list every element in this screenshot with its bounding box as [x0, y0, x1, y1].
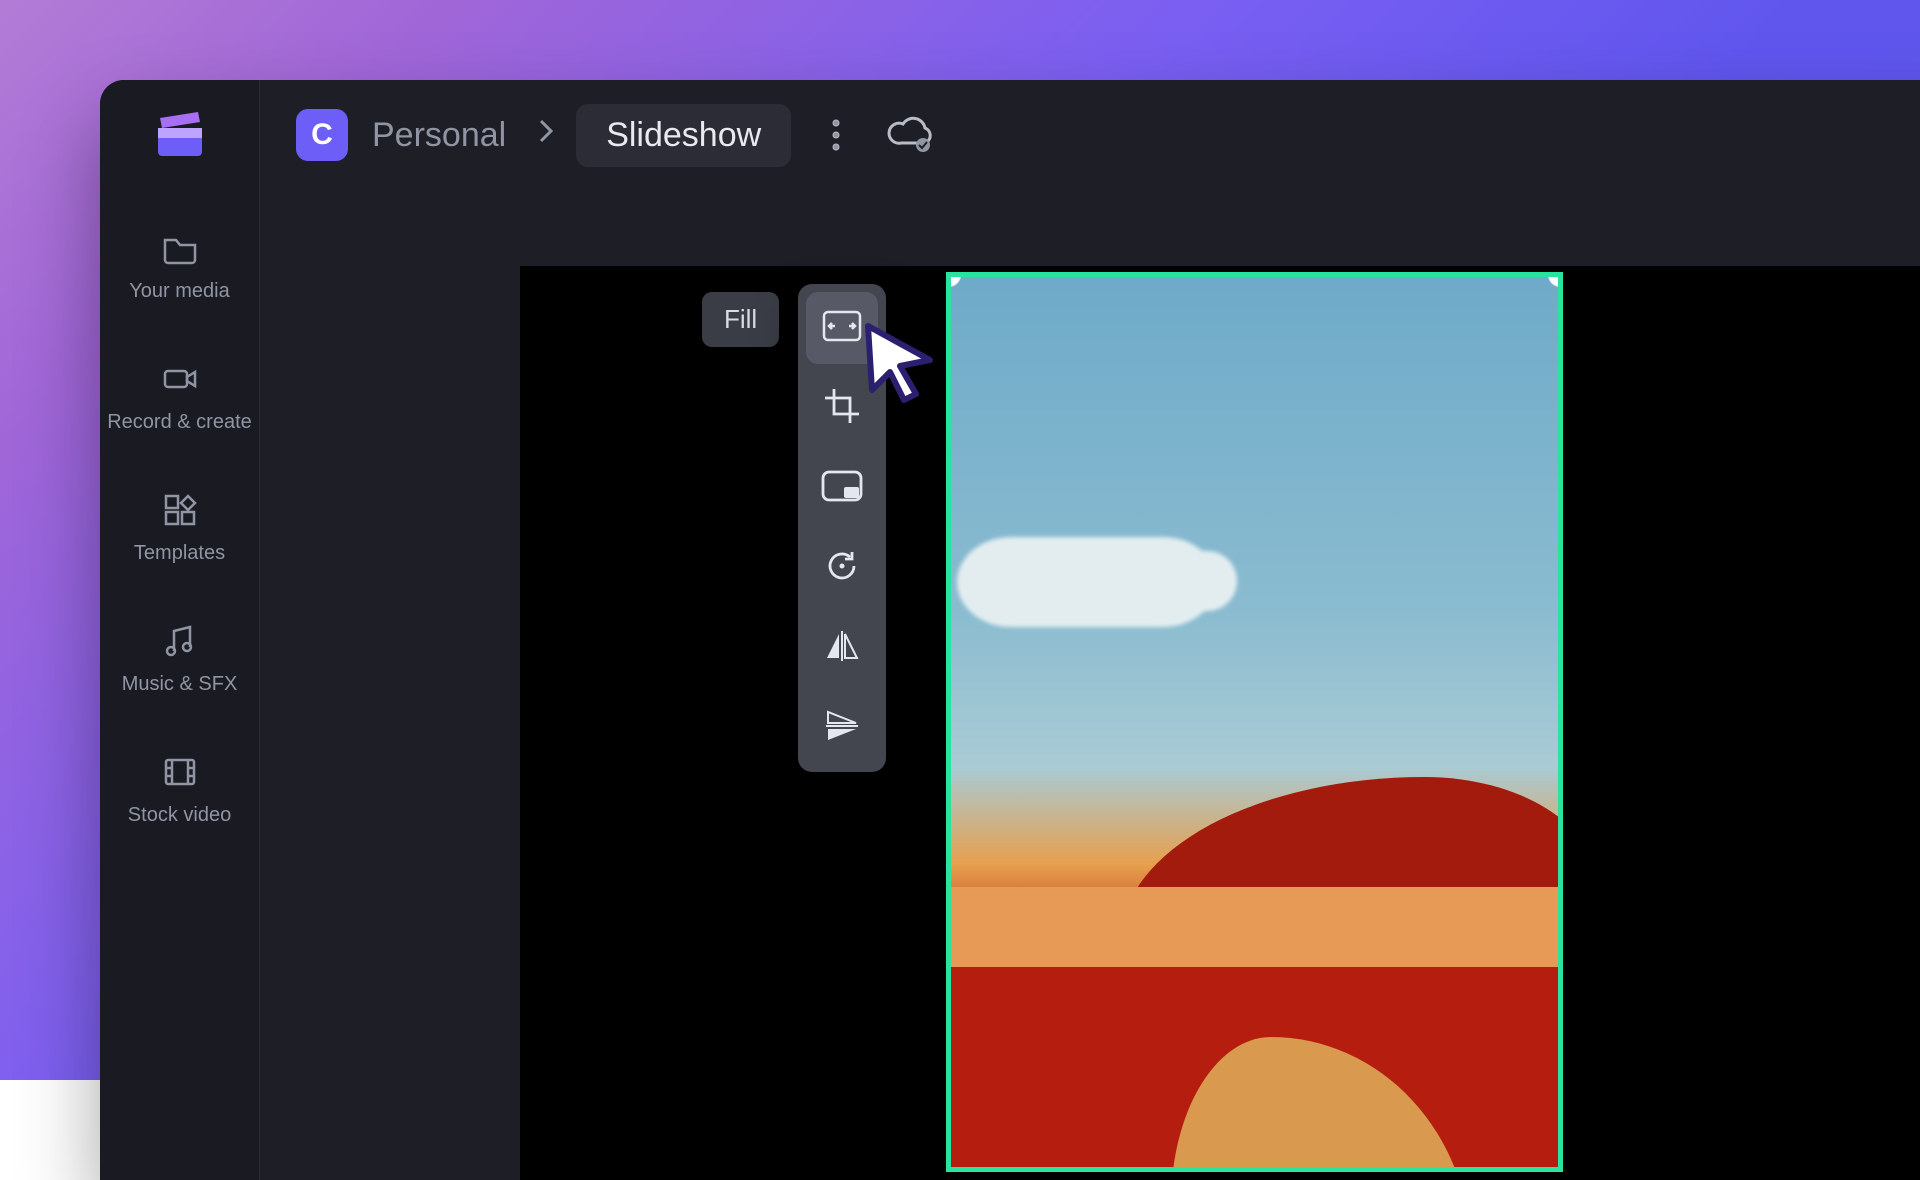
preview-canvas[interactable]	[520, 266, 1920, 1180]
crop-icon	[822, 386, 862, 431]
fill-tooltip: Fill	[702, 292, 779, 347]
fit-width-icon	[821, 309, 863, 348]
sidebar-item-templates[interactable]: Templates	[100, 474, 260, 579]
folder-icon	[158, 226, 202, 270]
pip-button[interactable]	[806, 452, 878, 524]
sidebar-item-label: Music & SFX	[122, 673, 238, 696]
workspace-badge[interactable]: C	[296, 109, 348, 161]
sidebar-item-your-media[interactable]: Your media	[100, 212, 260, 317]
app-window: Your media Record & create Templates	[100, 80, 1920, 1180]
sidebar-item-stock-video[interactable]: Stock video	[100, 736, 260, 841]
resize-handle-top-left[interactable]	[946, 272, 961, 287]
floating-toolbar	[798, 284, 886, 772]
sidebar-item-music-sfx[interactable]: Music & SFX	[100, 605, 260, 710]
cloud-sync-icon[interactable]	[885, 115, 937, 155]
flip-vertical-button[interactable]	[806, 692, 878, 764]
crop-button[interactable]	[806, 372, 878, 444]
flip-horizontal-icon	[822, 628, 862, 669]
templates-icon	[158, 488, 202, 532]
pip-icon	[820, 469, 864, 508]
header: C Personal Slideshow	[260, 80, 1920, 190]
resize-handle-top-right[interactable]	[1548, 272, 1563, 287]
sidebar-item-label: Stock video	[128, 804, 231, 827]
film-icon	[158, 750, 202, 794]
sidebar: Your media Record & create Templates	[100, 80, 260, 1180]
rotate-button[interactable]	[806, 532, 878, 604]
chevron-right-icon	[530, 116, 562, 154]
app-logo-icon[interactable]	[148, 104, 212, 160]
music-icon	[158, 619, 202, 663]
flip-horizontal-button[interactable]	[806, 612, 878, 684]
rotate-icon	[822, 546, 862, 591]
sidebar-item-label: Record & create	[107, 411, 252, 434]
selected-clip[interactable]	[946, 272, 1563, 1172]
clip-image	[957, 537, 1217, 627]
breadcrumb-project[interactable]: Slideshow	[576, 104, 791, 167]
sidebar-item-label: Templates	[134, 542, 225, 565]
sidebar-item-label: Your media	[129, 280, 229, 303]
camera-icon	[158, 357, 202, 401]
breadcrumb-workspace[interactable]: Personal	[362, 116, 516, 155]
sidebar-item-record-create[interactable]: Record & create	[100, 343, 260, 448]
more-options-icon[interactable]	[831, 115, 841, 155]
flip-vertical-icon	[822, 708, 862, 749]
fit-width-button[interactable]	[806, 292, 878, 364]
